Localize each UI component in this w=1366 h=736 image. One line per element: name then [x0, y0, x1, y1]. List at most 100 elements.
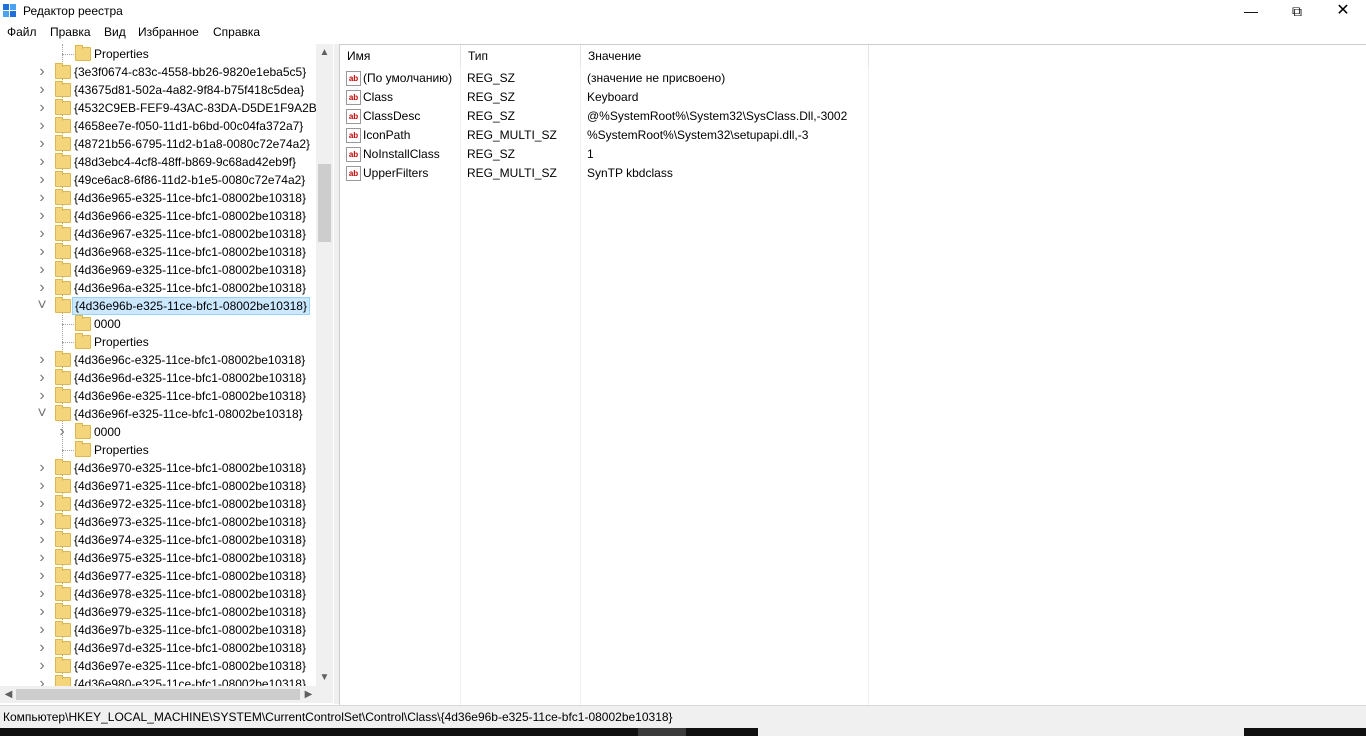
- tree-node-label[interactable]: Properties: [92, 442, 151, 458]
- chevron-right-icon[interactable]: ›: [36, 172, 48, 188]
- tree-node-label[interactable]: {4d36e978-e325-11ce-bfc1-08002be10318}: [72, 586, 308, 602]
- value-row[interactable]: ab UpperFilters REG_MULTI_SZ SynTP kbdclass: [340, 164, 1366, 183]
- restore-button[interactable]: ⧉: [1274, 0, 1320, 23]
- value-row[interactable]: ab (По умолчанию) REG_SZ (значение не присв…: [340, 69, 1366, 88]
- tree-node-label[interactable]: {4d36e979-e325-11ce-bfc1-08002be10318}: [72, 604, 308, 620]
- chevron-right-icon[interactable]: ›: [36, 280, 48, 296]
- value-row[interactable]: ab NoInstallClass REG_SZ 1: [340, 145, 1366, 164]
- chevron-right-icon[interactable]: ›: [56, 424, 68, 440]
- tree-node-label[interactable]: {4d36e96f-e325-11ce-bfc1-08002be10318}: [72, 406, 305, 422]
- tree-node-label[interactable]: 0000: [92, 424, 123, 440]
- tree-node-label[interactable]: {48721b56-6795-11d2-b1a8-0080c72e74a2}: [72, 136, 312, 152]
- taskbar-button[interactable]: [638, 728, 686, 736]
- tree-node-label[interactable]: {4d36e973-e325-11ce-bfc1-08002be10318}: [72, 514, 308, 530]
- tree-node[interactable]: Properties: [0, 333, 316, 351]
- tree-vertical-scroll-thumb[interactable]: [318, 164, 331, 242]
- chevron-right-icon[interactable]: ›: [36, 208, 48, 224]
- tree-node-label[interactable]: {4d36e96a-e325-11ce-bfc1-08002be10318}: [72, 280, 308, 296]
- tree-node[interactable]: › {48d3ebc4-4cf8-48ff-b869-9c68ad42eb9f}: [0, 153, 316, 171]
- tree-node[interactable]: › {4d36e97b-e325-11ce-bfc1-08002be10318}: [0, 621, 316, 639]
- tree-node[interactable]: › {4d36e971-e325-11ce-bfc1-08002be10318}: [0, 477, 316, 495]
- value-row[interactable]: ab ClassDesc REG_SZ @%SystemRoot%\System32\…: [340, 107, 1366, 126]
- chevron-right-icon[interactable]: ›: [36, 586, 48, 602]
- tree-node[interactable]: › {4d36e977-e325-11ce-bfc1-08002be10318}: [0, 567, 316, 585]
- tree-node-label[interactable]: Properties: [92, 334, 151, 350]
- chevron-right-icon[interactable]: ›: [36, 478, 48, 494]
- value-row[interactable]: ab IconPath REG_MULTI_SZ %SystemRoot%\Syste…: [340, 126, 1366, 145]
- menu-file[interactable]: Файл: [7, 25, 37, 39]
- tree-node-label[interactable]: {4d36e969-e325-11ce-bfc1-08002be10318}: [72, 262, 308, 278]
- tree-node[interactable]: › {4d36e96d-e325-11ce-bfc1-08002be10318}: [0, 369, 316, 387]
- tree-vertical-scrollbar[interactable]: ▲ ▼: [316, 44, 333, 686]
- tree-node-label[interactable]: {49ce6ac8-6f86-11d2-b1e5-0080c72e74a2}: [72, 172, 307, 188]
- tree-node[interactable]: › {48721b56-6795-11d2-b1a8-0080c72e74a2}: [0, 135, 316, 153]
- tree-node[interactable]: › {43675d81-502a-4a82-9f84-b75f418c5dea}: [0, 81, 316, 99]
- tree-node[interactable]: › {4d36e97d-e325-11ce-bfc1-08002be10318}: [0, 639, 316, 657]
- chevron-right-icon[interactable]: ›: [36, 190, 48, 206]
- tree-node-label[interactable]: {4d36e96d-e325-11ce-bfc1-08002be10318}: [72, 370, 308, 386]
- tree-node[interactable]: › {4d36e980-e325-11ce-bfc1-08002be10318}: [0, 675, 316, 686]
- menu-favorites[interactable]: Избранное: [138, 25, 199, 39]
- menu-edit[interactable]: Правка: [50, 25, 91, 39]
- menu-help[interactable]: Справка: [213, 25, 260, 39]
- chevron-right-icon[interactable]: ›: [36, 244, 48, 260]
- tree-node-label[interactable]: {3e3f0674-c83c-4558-bb26-9820e1eba5c5}: [72, 64, 308, 80]
- chevron-right-icon[interactable]: ›: [36, 136, 48, 152]
- chevron-down-icon[interactable]: ˅: [36, 406, 48, 422]
- tree-node-label[interactable]: 0000: [92, 316, 123, 332]
- tree-node-label[interactable]: {4d36e966-e325-11ce-bfc1-08002be10318}: [72, 208, 308, 224]
- tree-node-label[interactable]: {4d36e977-e325-11ce-bfc1-08002be10318}: [72, 568, 308, 584]
- chevron-right-icon[interactable]: ›: [36, 514, 48, 530]
- tree-node[interactable]: › {4d36e967-e325-11ce-bfc1-08002be10318}: [0, 225, 316, 243]
- tree-node-label[interactable]: {4532C9EB-FEF9-43AC-83DA-D5DE1F9A2BFF}: [72, 100, 316, 116]
- chevron-right-icon[interactable]: ›: [36, 460, 48, 476]
- tree-node[interactable]: › {4d36e979-e325-11ce-bfc1-08002be10318}: [0, 603, 316, 621]
- tree-node-label[interactable]: {4d36e97b-e325-11ce-bfc1-08002be10318}: [72, 622, 308, 638]
- tree-horizontal-scrollbar[interactable]: ◀ ▶: [0, 686, 333, 703]
- chevron-right-icon[interactable]: ›: [36, 64, 48, 80]
- tree-node-label[interactable]: {4d36e96c-e325-11ce-bfc1-08002be10318}: [72, 352, 307, 368]
- chevron-right-icon[interactable]: ›: [36, 622, 48, 638]
- scroll-left-icon[interactable]: ◀: [0, 686, 17, 703]
- tree-node-label[interactable]: {4d36e975-e325-11ce-bfc1-08002be10318}: [72, 550, 308, 566]
- scroll-down-icon[interactable]: ▼: [316, 669, 333, 686]
- close-button[interactable]: ✕: [1320, 0, 1366, 23]
- tree-node[interactable]: › {4d36e973-e325-11ce-bfc1-08002be10318}: [0, 513, 316, 531]
- tree-node[interactable]: › 0000: [0, 423, 316, 441]
- chevron-right-icon[interactable]: ›: [36, 658, 48, 674]
- tree-node-label[interactable]: {4d36e974-e325-11ce-bfc1-08002be10318}: [72, 532, 308, 548]
- chevron-right-icon[interactable]: ›: [36, 568, 48, 584]
- chevron-right-icon[interactable]: ›: [36, 496, 48, 512]
- taskbar-search-box[interactable]: [758, 728, 1244, 736]
- tree-node[interactable]: › {4d36e972-e325-11ce-bfc1-08002be10318}: [0, 495, 316, 513]
- tree-node[interactable]: › {4d36e96c-e325-11ce-bfc1-08002be10318}: [0, 351, 316, 369]
- tree-node[interactable]: › {4d36e965-e325-11ce-bfc1-08002be10318}: [0, 189, 316, 207]
- tree-node-label[interactable]: {4d36e96b-e325-11ce-bfc1-08002be10318}: [72, 297, 310, 315]
- chevron-right-icon[interactable]: ›: [36, 550, 48, 566]
- tree-node[interactable]: › {3e3f0674-c83c-4558-bb26-9820e1eba5c5}: [0, 63, 316, 81]
- tree-node[interactable]: › {4d36e970-e325-11ce-bfc1-08002be10318}: [0, 459, 316, 477]
- column-header-name[interactable]: Имя: [340, 45, 461, 67]
- tree-node[interactable]: › {4d36e975-e325-11ce-bfc1-08002be10318}: [0, 549, 316, 567]
- chevron-right-icon[interactable]: ›: [36, 370, 48, 386]
- chevron-right-icon[interactable]: ›: [36, 154, 48, 170]
- chevron-right-icon[interactable]: ›: [36, 640, 48, 656]
- tree-node-label[interactable]: {4d36e980-e325-11ce-bfc1-08002be10318}: [72, 676, 308, 686]
- column-header-type[interactable]: Тип: [461, 45, 581, 67]
- tree-node-label[interactable]: {48d3ebc4-4cf8-48ff-b869-9c68ad42eb9f}: [72, 154, 298, 170]
- minimize-button[interactable]: —: [1228, 0, 1274, 23]
- tree-node[interactable]: › {4d36e969-e325-11ce-bfc1-08002be10318}: [0, 261, 316, 279]
- tree-horizontal-scroll-thumb[interactable]: [16, 689, 300, 700]
- tree-node[interactable]: › {49ce6ac8-6f86-11d2-b1e5-0080c72e74a2}: [0, 171, 316, 189]
- tree-node-label[interactable]: {4d36e972-e325-11ce-bfc1-08002be10318}: [72, 496, 308, 512]
- tree-node[interactable]: › {4d36e97e-e325-11ce-bfc1-08002be10318}: [0, 657, 316, 675]
- chevron-right-icon[interactable]: ›: [36, 118, 48, 134]
- tree-node-label[interactable]: {4d36e971-e325-11ce-bfc1-08002be10318}: [72, 478, 308, 494]
- tree-node-label[interactable]: {4d36e96e-e325-11ce-bfc1-08002be10318}: [72, 388, 308, 404]
- tree-node[interactable]: › {4658ee7e-f050-11d1-b6bd-00c04fa372a7}: [0, 117, 316, 135]
- tree-node-label[interactable]: {4d36e968-e325-11ce-bfc1-08002be10318}: [72, 244, 308, 260]
- chevron-right-icon[interactable]: ›: [36, 532, 48, 548]
- chevron-right-icon[interactable]: ›: [36, 352, 48, 368]
- scroll-up-icon[interactable]: ▲: [316, 44, 333, 61]
- tree-node[interactable]: 0000: [0, 315, 316, 333]
